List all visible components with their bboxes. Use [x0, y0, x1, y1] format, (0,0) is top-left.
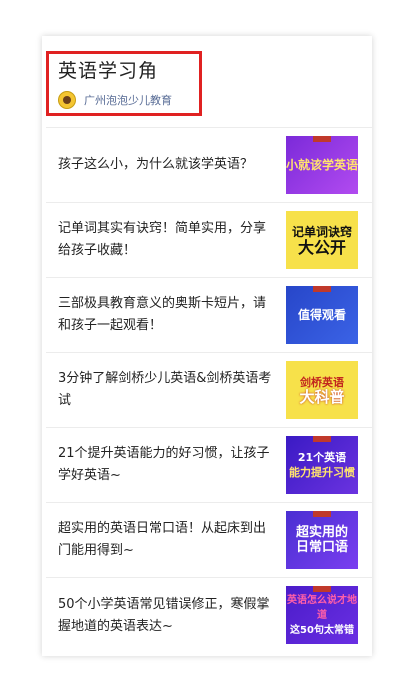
list-item[interactable]: 三部极具教育意义的奥斯卡短片，请和孩子一起观看！ 值得观看: [46, 278, 372, 353]
list-item[interactable]: 孩子这么小，为什么就该学英语？ 小就该学英语: [46, 128, 372, 203]
article-thumbnail[interactable]: 英语怎么说才地道 这50句太常错: [286, 586, 358, 644]
thumbnail-text: 日常口语: [295, 540, 348, 555]
thumbnail-text: 值得观看: [297, 307, 346, 322]
article-title[interactable]: 3分钟了解剑桥少儿英语&剑桥英语考试: [58, 368, 273, 412]
account-name[interactable]: 广州泡泡少儿教育: [84, 92, 172, 108]
article-title[interactable]: 记单词其实有诀窍！简单实用，分享给孩子收藏！: [58, 218, 273, 262]
list-item[interactable]: 21个提升英语能力的好习惯，让孩子学好英语~ 21个英语 能力提升习惯: [46, 428, 372, 503]
thumbnail-text: 超实用的: [295, 525, 348, 540]
article-title[interactable]: 孩子这么小，为什么就该学英语？: [58, 154, 273, 176]
thumbnail-text: 英语怎么说才地道: [287, 594, 357, 621]
thumbnail-text: 能力提升习惯: [289, 466, 355, 479]
list-item[interactable]: 3分钟了解剑桥少儿英语&剑桥英语考试 剑桥英语 大科普: [46, 353, 372, 428]
list-item[interactable]: 50个小学英语常见错误修正，寒假掌握地道的英语表达~ 英语怎么说才地道 这50句…: [46, 578, 372, 653]
thumbnail-text: 大公开: [297, 238, 346, 257]
thumbnail-text: 21个英语: [297, 451, 347, 464]
article-thumbnail[interactable]: 值得观看: [286, 286, 358, 344]
article-thumbnail[interactable]: 剑桥英语 大科普: [286, 361, 358, 419]
list-item[interactable]: 超实用的英语日常口语！从起床到出门能用得到~ 超实用的 日常口语: [46, 503, 372, 578]
article-title[interactable]: 超实用的英语日常口语！从起床到出门能用得到~: [58, 518, 273, 562]
article-thumbnail[interactable]: 21个英语 能力提升习惯: [286, 436, 358, 494]
article-thumbnail[interactable]: 记单词诀窍 大公开: [286, 211, 358, 269]
list-item[interactable]: 记单词其实有诀窍！简单实用，分享给孩子收藏！ 记单词诀窍 大公开: [46, 203, 372, 278]
article-title[interactable]: 50个小学英语常见错误修正，寒假掌握地道的英语表达~: [58, 594, 273, 638]
thumbnail-text: 小就该学英语: [286, 157, 358, 172]
thumbnail-text: 大科普: [299, 388, 345, 406]
account-info[interactable]: 广州泡泡少儿教育: [58, 90, 172, 110]
article-list: 孩子这么小，为什么就该学英语？ 小就该学英语 记单词其实有诀窍！简单实用，分享给…: [46, 128, 372, 653]
article-thumbnail[interactable]: 超实用的 日常口语: [286, 511, 358, 569]
article-thumbnail[interactable]: 小就该学英语: [286, 136, 358, 194]
article-title[interactable]: 三部极具教育意义的奥斯卡短片，请和孩子一起观看！: [58, 293, 273, 337]
avatar[interactable]: [58, 91, 76, 109]
article-title[interactable]: 21个提升英语能力的好习惯，让孩子学好英语~: [58, 443, 273, 487]
page-title: 英语学习角: [58, 60, 159, 82]
thumbnail-text: 这50句太常错: [290, 624, 354, 636]
